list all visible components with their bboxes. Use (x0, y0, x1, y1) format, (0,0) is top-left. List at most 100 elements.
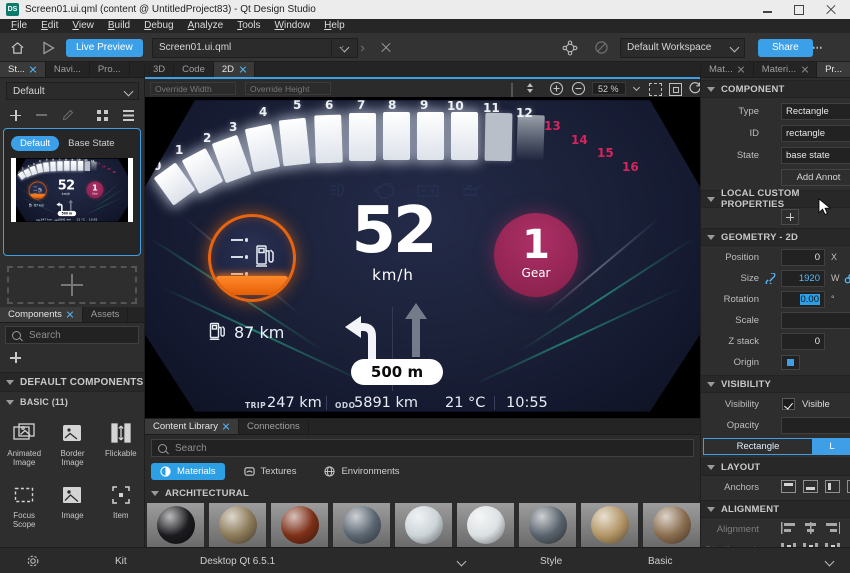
component-text[interactable]: T Text (97, 538, 145, 547)
material-tile[interactable] (457, 503, 514, 547)
background-color-icon[interactable] (511, 84, 513, 96)
state-group-selector[interactable]: Default (6, 82, 139, 100)
section-basic[interactable]: BASIC (11) (0, 394, 145, 410)
state-field[interactable]: base state (781, 147, 850, 164)
component-flickable[interactable]: Flickable (97, 414, 145, 476)
component-border-image[interactable]: Border Image (48, 414, 96, 476)
tab-navigator[interactable]: Navi... (46, 62, 90, 77)
add-state-button[interactable] (7, 266, 137, 304)
component-mouse-area[interactable]: Mouse Area (0, 538, 48, 547)
position-x-field[interactable]: 0 (781, 249, 825, 266)
menu-view[interactable]: View (65, 19, 101, 33)
anchor-left-icon[interactable] (825, 480, 840, 493)
close-icon[interactable] (738, 66, 745, 73)
minimize-icon[interactable] (763, 11, 772, 13)
node-graph-icon[interactable] (562, 33, 578, 62)
id-field[interactable]: rectangle (781, 125, 850, 142)
zoom-level-field[interactable]: 52 % (592, 82, 626, 95)
type-field[interactable]: Rectangle (781, 103, 850, 120)
grid-view-icon[interactable] (97, 110, 108, 121)
run-icon[interactable] (42, 33, 55, 62)
rotation-field[interactable]: 0.00 (781, 291, 825, 308)
material-tile[interactable] (519, 503, 576, 547)
material-tile[interactable] (209, 503, 266, 547)
anchor-top-icon[interactable] (781, 480, 796, 493)
state-name-badge[interactable]: Default (11, 136, 59, 151)
close-icon[interactable] (826, 5, 836, 15)
section-alignment[interactable]: ALIGNMENT (701, 500, 850, 518)
tab-assets[interactable]: Assets (83, 307, 129, 322)
menu-help[interactable]: Help (317, 19, 352, 33)
material-tile[interactable] (147, 503, 204, 547)
live-preview-button[interactable]: Live Preview (66, 39, 143, 57)
component-image[interactable]: Image (48, 476, 96, 538)
close-icon[interactable] (239, 66, 246, 73)
components-search-input[interactable] (27, 329, 132, 342)
visible-checkbox[interactable] (782, 398, 795, 410)
edit-state-icon[interactable] (62, 109, 74, 121)
menu-debug[interactable]: Debug (137, 19, 180, 33)
settings-gear-icon[interactable] (26, 548, 40, 573)
override-height-field[interactable] (245, 82, 331, 95)
material-tile[interactable] (271, 503, 328, 547)
components-search[interactable] (5, 326, 139, 344)
tab-states[interactable]: St... (0, 62, 46, 77)
section-geometry-2d[interactable]: GEOMETRY - 2D (701, 228, 850, 246)
state-thumbnail[interactable]: 0 1 2 3 4 5 6 7 8 9 10 11 12 13 14 15 16 (11, 158, 133, 222)
anchor-bottom-icon[interactable] (803, 480, 818, 493)
tab-projects[interactable]: Pro... (90, 62, 130, 77)
link-icon[interactable] (844, 273, 850, 287)
filter-textures[interactable]: Textures (235, 463, 306, 480)
align-left-icon[interactable] (781, 522, 796, 534)
filter-materials[interactable]: Materials (151, 463, 225, 480)
size-w-field[interactable]: 1920 (781, 270, 825, 287)
menu-analyze[interactable]: Analyze (181, 19, 231, 33)
zoom-level-chevron[interactable] (633, 84, 640, 91)
link-icon[interactable] (765, 273, 776, 287)
content-library-search-input[interactable] (173, 442, 687, 455)
material-tile[interactable] (395, 503, 452, 547)
reset-view-icon[interactable] (688, 81, 700, 98)
material-tile[interactable] (581, 503, 638, 547)
background-stepper[interactable] (527, 83, 533, 93)
back-icon[interactable]: ‹ (340, 40, 344, 55)
tab-code[interactable]: Code (174, 62, 214, 77)
add-property-button[interactable] (781, 209, 799, 225)
menu-window[interactable]: Window (268, 19, 318, 33)
close-icon[interactable] (67, 311, 74, 318)
workspace-selector[interactable]: Default Workspace (620, 38, 745, 58)
document-selector[interactable]: Screen01.ui.qml (152, 38, 332, 58)
scale-field[interactable] (781, 312, 850, 329)
component-item[interactable]: Item (97, 476, 145, 538)
section-architectural[interactable]: ARCHITECTURAL (145, 485, 700, 501)
remove-state-icon[interactable] (36, 114, 47, 116)
maximize-icon[interactable] (794, 5, 804, 15)
context-tab-layout[interactable]: L (813, 438, 850, 455)
origin-button[interactable] (781, 355, 800, 370)
section-component[interactable]: COMPONENT (701, 80, 850, 98)
kit-selector[interactable]: Desktop Qt 6.5.1 (200, 548, 465, 573)
close-icon[interactable] (30, 66, 37, 73)
tab-material-browser[interactable]: Materi... (754, 62, 817, 77)
tab-3d[interactable]: 3D (145, 62, 174, 77)
fit-to-screen-icon[interactable] (649, 83, 662, 96)
context-tab-rectangle[interactable]: Rectangle (703, 438, 813, 455)
home-icon[interactable] (10, 33, 25, 62)
align-right-icon[interactable] (825, 522, 840, 534)
override-width-field[interactable] (150, 82, 236, 95)
material-tile[interactable] (333, 503, 390, 547)
list-view-icon[interactable] (123, 110, 134, 121)
share-button[interactable]: Share (758, 39, 813, 57)
component-animated-image[interactable]: Animated Image (0, 414, 48, 476)
tab-components[interactable]: Components (0, 307, 83, 322)
close-icon[interactable] (801, 66, 808, 73)
style-selector[interactable]: Basic (648, 548, 833, 573)
component-rectangle[interactable]: Rectangle (48, 538, 96, 547)
menu-tools[interactable]: Tools (230, 19, 267, 33)
add-annotation-button[interactable]: Add Annot (781, 169, 850, 186)
tab-connections[interactable]: Connections (239, 419, 309, 434)
tab-2d[interactable]: 2D (214, 62, 255, 77)
tab-properties[interactable]: Pr... (817, 62, 850, 77)
menu-build[interactable]: Build (101, 19, 137, 33)
component-focus-scope[interactable]: Focus Scope (0, 476, 48, 538)
